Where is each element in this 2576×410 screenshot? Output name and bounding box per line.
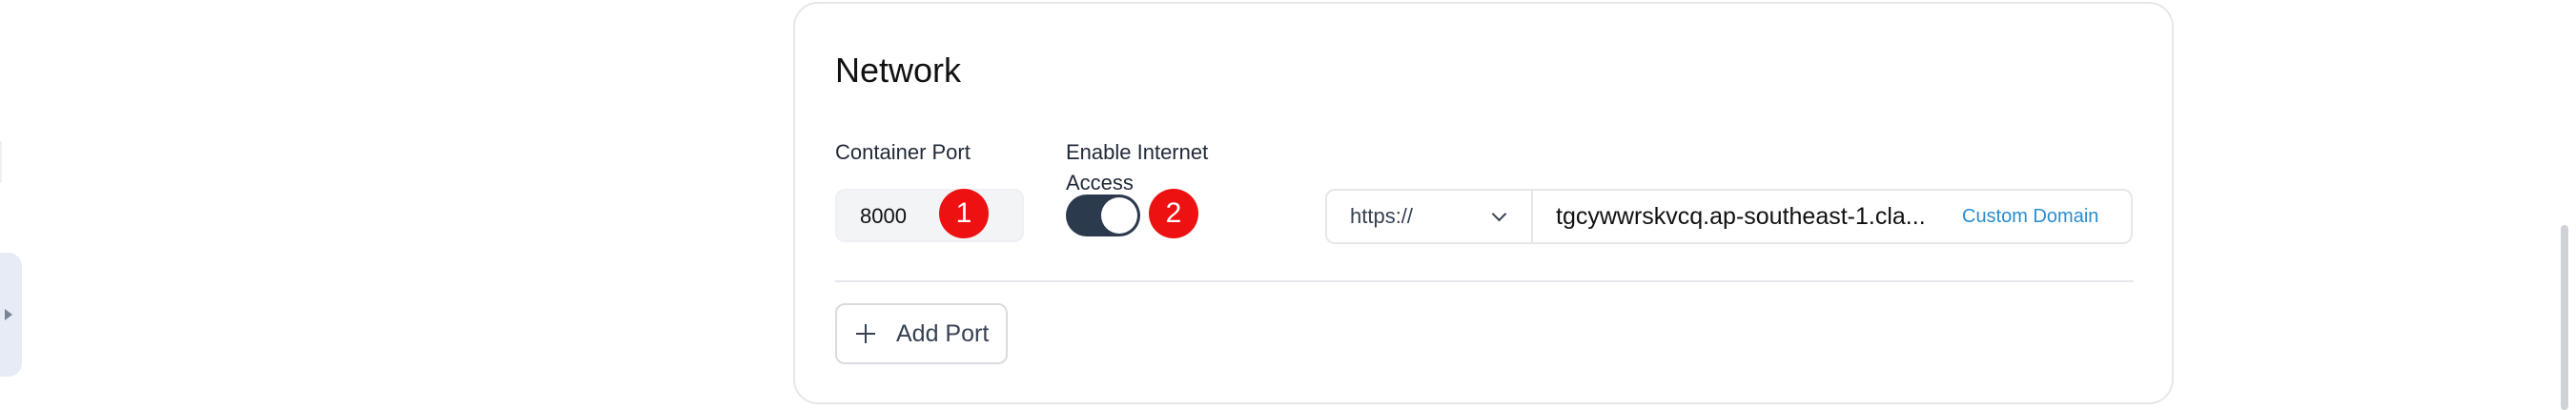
page-scrollbar[interactable] [2561, 225, 2568, 410]
internet-access-toggle[interactable] [1066, 195, 1140, 236]
protocol-select[interactable]: https:// [1327, 191, 1533, 242]
chevron-down-icon [1491, 206, 1507, 221]
custom-domain-link[interactable]: Custom Domain [1962, 206, 2098, 228]
domain-field: tgcywwrskvcq.ap-southeast-1.cla... Custo… [1533, 191, 2131, 242]
caret-right-icon [5, 309, 12, 320]
add-port-label: Add Port [896, 319, 990, 347]
container-port-input[interactable]: 8000 [835, 189, 1024, 242]
add-port-button[interactable]: Add Port [835, 303, 1008, 364]
plus-icon [856, 324, 875, 343]
protocol-value: https:// [1350, 204, 1414, 228]
internet-access-label: Enable Internet Access [1066, 140, 1209, 195]
sidebar-expand-tab[interactable] [0, 253, 22, 377]
container-port-label: Container Port [835, 140, 971, 164]
side-edge-marker [0, 141, 2, 183]
domain-text[interactable]: tgcywwrskvcq.ap-southeast-1.cla... [1556, 203, 1945, 231]
toggle-knob [1101, 197, 1137, 234]
annotation-badge-1: 1 [939, 189, 989, 238]
section-title: Network [835, 51, 962, 90]
section-divider [835, 280, 2134, 282]
annotation-badge-2: 2 [1149, 189, 1198, 238]
page: Network Container Port 8000 1 Enable Int… [0, 0, 2576, 410]
url-input-group: https:// tgcywwrskvcq.ap-southeast-1.cla… [1325, 189, 2133, 244]
